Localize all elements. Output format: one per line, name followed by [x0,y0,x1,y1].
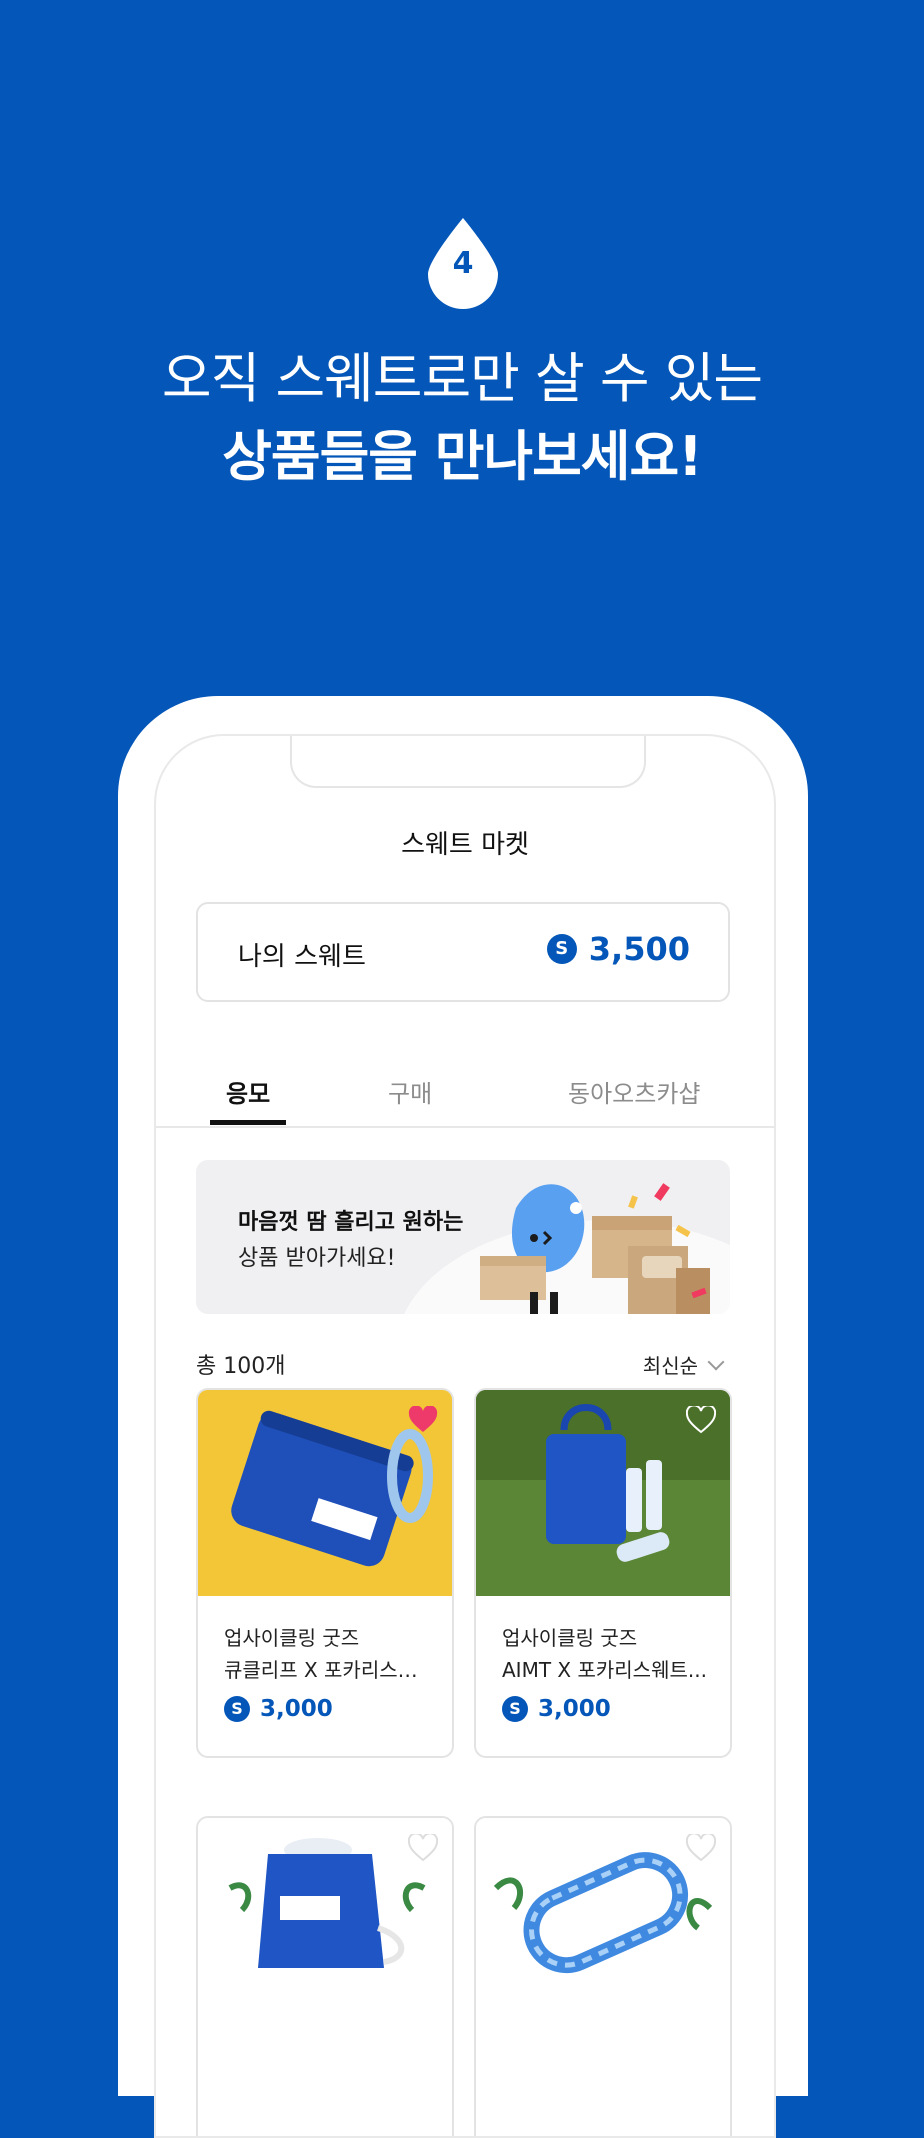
product-card[interactable] [196,1816,454,2136]
page-title: 스웨트 마켓 [401,830,529,860]
headline-line1: 오직 스웨트로만 살 수 있는 [161,347,763,410]
wallet-balance: S 3,500 [546,930,690,968]
sweat-coin-icon: S [224,1696,250,1722]
product-card[interactable]: 업사이클링 굿즈 AIMT X 포카리스웨트... S 3,000 [474,1388,732,1758]
tab-bar: 응모 구매 동아오츠카샵 [156,1056,774,1128]
banner-subtitle: 상품 받아가세요! [238,1246,396,1271]
phone-screen: 스웨트 마켓 나의 스웨트 S 3,500 응모 구매 동아오츠카샵 마음껏 땀… [154,734,776,2138]
phone-notch [290,736,646,788]
wallet-balance-amount: 3,500 [588,930,690,968]
product-price-amount: 3,000 [260,1696,333,1722]
promo-banner[interactable]: 마음껏 땀 흘리고 원하는 상품 받아가세요! [196,1160,730,1314]
product-category: 업사이클링 굿즈 [224,1626,360,1650]
sweat-coin-icon: S [502,1696,528,1722]
chevron-down-icon [707,1353,725,1370]
product-card[interactable] [474,1816,732,2136]
tab-donga-otsuka-shop[interactable]: 동아오츠카샵 [568,1074,700,1109]
product-price: S 3,000 [502,1696,611,1722]
sweat-coin-icon: S [546,934,577,964]
heart-outline-icon[interactable] [408,1834,438,1862]
headline: 오직 스웨트로만 살 수 있는 상품들을 만나보세요! [0,340,924,496]
headline-line2: 상품들을 만나보세요! [222,425,703,488]
tab-purchase[interactable]: 구매 [388,1074,432,1109]
product-card[interactable]: 업사이클링 굿즈 큐클리프 X 포카리스웨... S 3,000 [196,1388,454,1758]
active-tab-indicator [210,1120,286,1125]
product-price: S 3,000 [224,1696,333,1722]
wallet-label: 나의 스웨트 [238,942,366,972]
sort-dropdown[interactable]: 최신순 [642,1350,725,1379]
item-count: 총 100개 [196,1354,286,1379]
heart-outline-icon[interactable] [686,1406,716,1434]
tab-apply[interactable]: 응모 [226,1074,270,1109]
product-category: 업사이클링 굿즈 [502,1626,638,1650]
heart-filled-icon[interactable] [408,1406,438,1434]
my-sweat-wallet[interactable]: 나의 스웨트 S 3,500 [196,902,730,1002]
mascot-boxes-illustration [480,1183,710,1314]
product-name: 큐클리프 X 포카리스웨... [224,1658,434,1682]
sort-label: 최신순 [642,1354,698,1378]
heart-outline-icon[interactable] [686,1834,716,1862]
step-number: 4 [452,246,474,281]
banner-title: 마음껏 땀 흘리고 원하는 [238,1210,464,1235]
product-name: AIMT X 포카리스웨트... [502,1658,707,1682]
product-price-amount: 3,000 [538,1696,611,1722]
